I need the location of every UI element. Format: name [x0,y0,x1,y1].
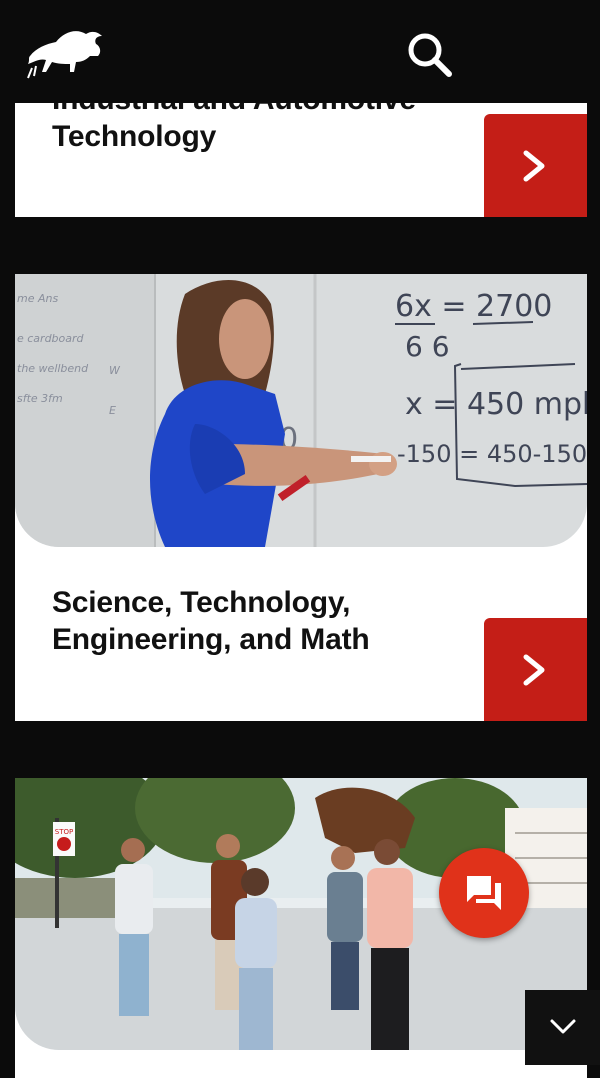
card-title-main: Technology [52,120,217,153]
board-scribble: e cardboard [17,332,85,345]
chevron-down-icon [550,1019,576,1034]
board-scribble: sfte 3fm [17,392,63,405]
scroll-down-button[interactable] [525,990,600,1065]
card-title-line2: Engineering, and Math [52,623,370,656]
board-scribble: W [109,364,121,377]
card-arrow-button[interactable] [484,114,587,217]
board-equation: -150 = 450-150 = [397,440,587,468]
site-header [0,0,600,103]
chevron-right-icon [523,150,545,182]
program-card-stem[interactable]: me Ans e cardboard the wellbend sfte 3fm… [15,274,587,721]
stop-sign-text: STOP [55,828,73,836]
bull-logo-icon[interactable] [26,26,104,80]
board-equation: 6 6 [405,330,450,363]
card-image: me Ans e cardboard the wellbend sfte 3fm… [15,274,587,547]
board-scribble: me Ans [17,292,58,305]
board-equation: x = 450 mph [405,387,587,422]
board-scribble: E [109,404,116,417]
chat-button[interactable] [439,848,529,938]
chevron-right-icon [523,654,545,686]
card-title: Science, Technology, Engineering, and Ma… [52,584,370,658]
card-title-line1: Science, Technology, [52,586,351,619]
board-scribble: the wellbend [17,362,89,375]
chat-icon [467,876,501,910]
board-equation: 6x = 2700 [395,289,552,324]
search-icon[interactable] [405,30,455,80]
card-arrow-button[interactable] [484,618,587,721]
